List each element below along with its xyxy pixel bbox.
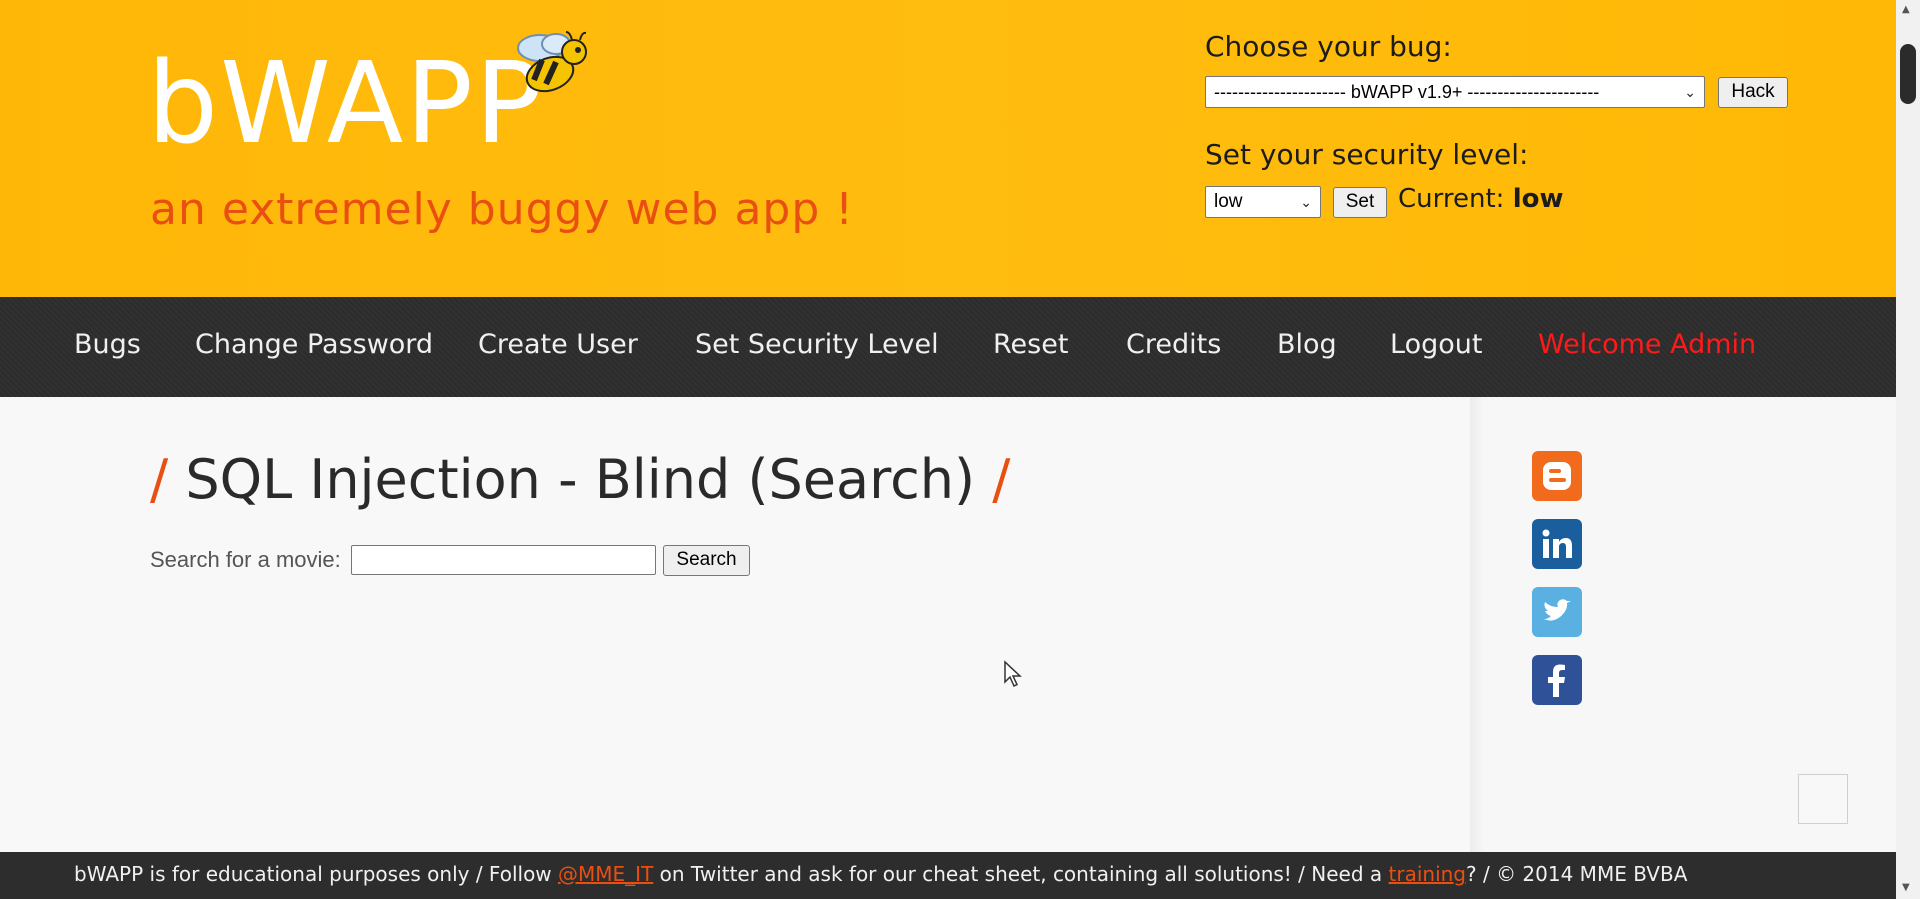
training-link[interactable]: training [1389, 862, 1466, 886]
linkedin-icon[interactable] [1532, 519, 1582, 569]
facebook-icon[interactable] [1532, 655, 1582, 705]
scroll-thumb[interactable] [1900, 44, 1916, 104]
footer-text-3: ? / © 2014 MME BVBA [1466, 862, 1688, 886]
title-slash-left: / [150, 448, 169, 511]
search-button[interactable]: Search [663, 545, 750, 576]
nav-item-set-security-level[interactable]: Set Security Level [695, 329, 939, 360]
nav-item-logout[interactable]: Logout [1390, 329, 1482, 360]
twitter-link[interactable]: @MME_IT [558, 862, 653, 886]
twitter-icon[interactable] [1532, 587, 1582, 637]
blogger-icon[interactable] [1532, 451, 1582, 501]
security-level-select[interactable]: low ⌄ [1205, 186, 1321, 218]
footer: bWAPP is for educational purposes only /… [0, 852, 1896, 899]
bee-icon [517, 31, 587, 93]
scroll-up-icon[interactable]: ▲ [1902, 4, 1910, 15]
set-button[interactable]: Set [1333, 187, 1387, 218]
bug-select-value: ---------------------- bWAPP v1.9+ -----… [1214, 82, 1600, 102]
nav-item-blog[interactable]: Blog [1277, 329, 1337, 360]
mouse-cursor-icon [1004, 660, 1022, 688]
security-level-value: low [1214, 191, 1243, 212]
search-input[interactable] [351, 545, 656, 575]
page-title-text: SQL Injection - Blind (Search) [185, 448, 976, 511]
page-title: / SQL Injection - Blind (Search) / [150, 448, 1010, 511]
hack-button[interactable]: Hack [1718, 77, 1788, 108]
current-level-value: low [1512, 184, 1564, 214]
bug-select[interactable]: ---------------------- bWAPP v1.9+ -----… [1205, 76, 1705, 108]
search-label: Search for a movie: [150, 547, 341, 572]
nav-item-credits[interactable]: Credits [1126, 329, 1221, 360]
logo[interactable]: bWAPP [147, 48, 544, 160]
tagline: an extremely buggy web app ! [150, 184, 854, 235]
chevron-down-icon: ⌄ [1684, 84, 1696, 100]
nav-item-change-password[interactable]: Change Password [195, 329, 433, 360]
current-label: Current: [1398, 184, 1505, 214]
choose-bug-label: Choose your bug: [1205, 30, 1452, 63]
broken-image-icon [1798, 774, 1848, 824]
nav-item-reset[interactable]: Reset [993, 329, 1068, 360]
scroll-down-icon[interactable]: ▼ [1902, 882, 1910, 893]
welcome-user: Welcome Admin [1538, 329, 1757, 360]
current-level: Current: low [1398, 184, 1563, 214]
nav-item-create-user[interactable]: Create User [478, 329, 638, 360]
chevron-down-icon: ⌄ [1300, 194, 1312, 210]
header: bWAPP an extremely buggy web app ! Choos… [0, 0, 1896, 297]
security-level-label: Set your security level: [1205, 138, 1529, 171]
footer-text-1: bWAPP is for educational purposes only /… [74, 862, 559, 886]
footer-text-2: on Twitter and ask for our cheat sheet, … [653, 862, 1389, 886]
footer-text: bWAPP is for educational purposes only /… [74, 862, 1687, 886]
scrollbar[interactable]: ▲ ▼ [1896, 0, 1920, 899]
title-slash-right: / [992, 448, 1011, 511]
main-nav: Bugs Change Password Create User Set Sec… [0, 297, 1896, 397]
nav-item-bugs[interactable]: Bugs [74, 329, 141, 360]
